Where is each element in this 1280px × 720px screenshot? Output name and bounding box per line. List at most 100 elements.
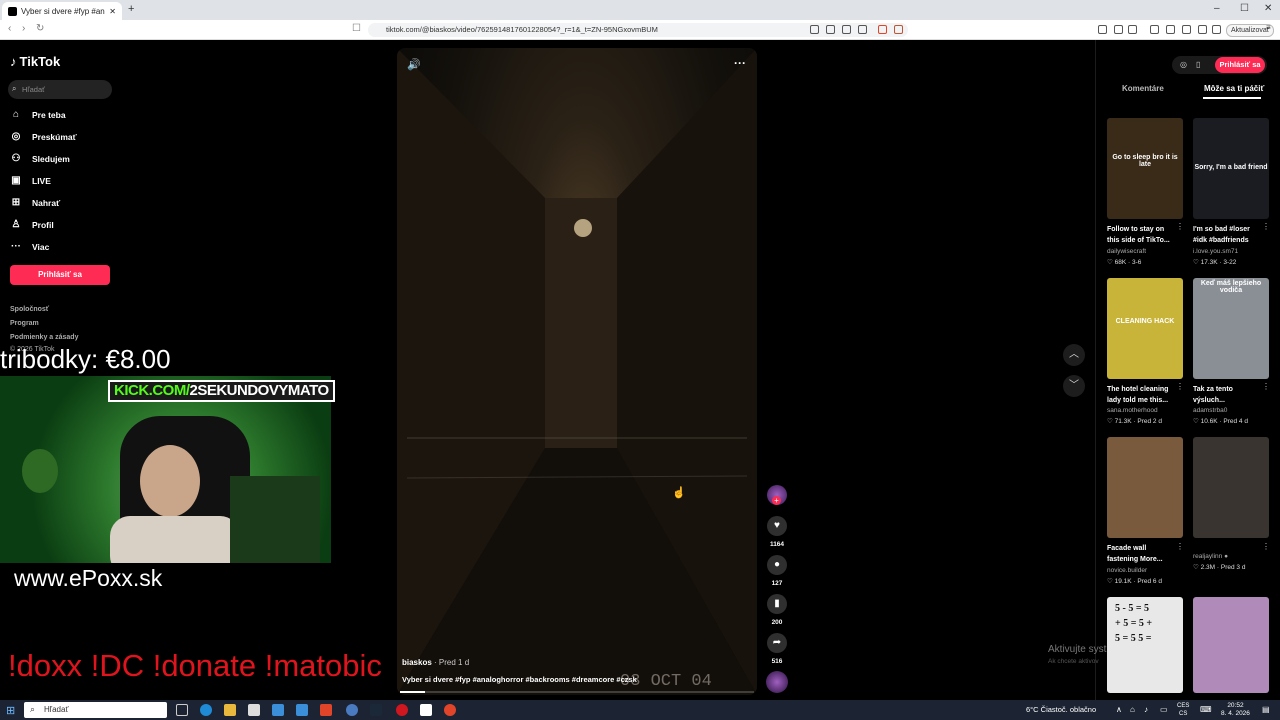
- video-author[interactable]: biaskos · Pred 1 d: [402, 658, 469, 667]
- network-icon[interactable]: ⌂: [1130, 705, 1135, 714]
- video-card-title[interactable]: Tak za tento výsluch...: [1193, 384, 1263, 406]
- video-card-thumbnail[interactable]: [1193, 437, 1269, 538]
- sidebar-icon[interactable]: [1166, 25, 1175, 34]
- maximize-button[interactable]: ☐: [1240, 3, 1249, 14]
- obs-icon[interactable]: [420, 704, 432, 716]
- forward-arrow-icon[interactable]: ›: [22, 23, 25, 34]
- search-input[interactable]: ⌕ Hľadať: [8, 80, 112, 99]
- phone-icon[interactable]: ▯: [1196, 60, 1200, 69]
- follow-plus-icon[interactable]: +: [772, 496, 781, 505]
- video-player[interactable]: [397, 48, 757, 695]
- volume-icon[interactable]: 🔊: [407, 58, 421, 71]
- video-card-user[interactable]: realjaylinn ●: [1193, 553, 1228, 560]
- sidebar-item-explore[interactable]: ◎ Preskúmať: [10, 129, 77, 145]
- taskbar-clock[interactable]: 20:52 8. 4. 2026: [1221, 702, 1250, 718]
- kebab-menu-icon[interactable]: ⋮: [1176, 222, 1184, 231]
- comment-button[interactable]: ●: [767, 555, 787, 575]
- video-card-user[interactable]: novice.builder: [1107, 567, 1147, 574]
- new-tab-button[interactable]: +: [128, 3, 134, 15]
- weather-widget[interactable]: 6°C Čiastoč. oblačno: [1026, 705, 1096, 714]
- reload-icon[interactable]: ↻: [36, 23, 44, 34]
- wallet-icon[interactable]: [1182, 25, 1191, 34]
- kebab-menu-icon[interactable]: ⋮: [1262, 222, 1270, 231]
- sound-disc-icon[interactable]: [766, 671, 788, 693]
- battery-icon[interactable]: ▭: [1160, 705, 1168, 714]
- author-name[interactable]: biaskos: [402, 658, 432, 667]
- kebab-menu-icon[interactable]: ⋮: [1262, 542, 1270, 551]
- translate-icon[interactable]: [810, 25, 819, 34]
- save-button[interactable]: ▮: [767, 594, 787, 614]
- more-options-icon[interactable]: ···: [734, 56, 746, 70]
- notifications-icon[interactable]: ▤: [1262, 705, 1270, 714]
- next-video-button[interactable]: ﹀: [1063, 375, 1085, 397]
- back-arrow-icon[interactable]: ‹: [8, 23, 11, 34]
- mail-icon[interactable]: [272, 704, 284, 716]
- sidebar-item-live[interactable]: ▣ LIVE: [10, 173, 51, 189]
- video-card-thumbnail[interactable]: CLEANING HACK: [1107, 278, 1183, 379]
- login-button[interactable]: Prihlásiť sa: [10, 265, 110, 285]
- video-card-thumbnail[interactable]: Sorry, I'm a bad friend: [1193, 118, 1269, 219]
- footer-link-company[interactable]: Spoločnosť: [10, 306, 49, 313]
- video-progress-bar[interactable]: [400, 691, 754, 693]
- video-card-title[interactable]: I'm so bad #loser #idk #badfriends: [1193, 224, 1263, 246]
- edge-icon[interactable]: [200, 704, 212, 716]
- extension-icon[interactable]: [1128, 25, 1137, 34]
- vpn-icon[interactable]: [1212, 25, 1221, 34]
- music-icon[interactable]: [1150, 25, 1159, 34]
- brave-icon[interactable]: [320, 704, 332, 716]
- video-card-user[interactable]: sana.motherhood: [1107, 407, 1158, 414]
- sidebar-item-for-you[interactable]: ⌂ Pre teba: [10, 107, 66, 123]
- sidebar-item-profile[interactable]: ♙ Profil: [10, 217, 54, 233]
- app-icon[interactable]: [346, 704, 358, 716]
- file-explorer-icon[interactable]: [224, 704, 236, 716]
- language-indicator[interactable]: CES CS: [1177, 702, 1189, 718]
- brave-rewards-icon[interactable]: [894, 25, 903, 34]
- kebab-menu-icon[interactable]: ⋮: [1262, 382, 1270, 391]
- login-button-top[interactable]: Prihlásiť sa: [1215, 57, 1265, 73]
- brave-shield-icon[interactable]: [878, 25, 887, 34]
- video-card-thumbnail[interactable]: [1107, 437, 1183, 538]
- app-icon[interactable]: [444, 704, 456, 716]
- downloads-icon[interactable]: [1198, 25, 1207, 34]
- bookmark-icon[interactable]: ☐: [352, 23, 361, 34]
- video-card-thumbnail[interactable]: 5 - 5 = 5 + 5 = 5 + 5 = 5 5 =: [1107, 597, 1183, 693]
- video-card-user[interactable]: i.love.you.sm71: [1193, 248, 1238, 255]
- video-card-thumbnail[interactable]: [1193, 597, 1269, 693]
- video-card-user[interactable]: adamstrba0: [1193, 407, 1227, 414]
- video-card-thumbnail[interactable]: Go to sleep bro it is late: [1107, 118, 1183, 219]
- windows-start-icon[interactable]: ⊞: [6, 704, 15, 717]
- video-card-title[interactable]: Follow to stay on this side of TikTo...: [1107, 224, 1177, 246]
- sidebar-item-more[interactable]: ··· Viac: [10, 239, 49, 255]
- browser-tab[interactable]: Vyber si dvere #fyp #analogi ✕: [2, 2, 122, 20]
- reader-icon[interactable]: [826, 25, 835, 34]
- extension-icon[interactable]: [1114, 25, 1123, 34]
- coin-icon[interactable]: ◎: [1180, 60, 1187, 69]
- sidebar-item-upload[interactable]: ⊞ Nahrať: [10, 195, 60, 211]
- tab-you-may-like[interactable]: Môže sa ti páčiť: [1204, 84, 1264, 93]
- app-icon[interactable]: [296, 704, 308, 716]
- video-card-thumbnail[interactable]: Keď máš lepšieho vodiča: [1193, 278, 1269, 379]
- minimize-button[interactable]: –: [1214, 3, 1220, 14]
- video-card-title[interactable]: Facade wall fastening More...: [1107, 543, 1177, 565]
- video-card-user[interactable]: dailywisecraft: [1107, 248, 1146, 255]
- share-button[interactable]: ➦: [767, 633, 787, 653]
- task-view-icon[interactable]: [176, 704, 188, 716]
- taskbar-search-input[interactable]: ⌕ Hľadať: [24, 702, 167, 718]
- close-window-button[interactable]: ✕: [1264, 3, 1272, 14]
- footer-link-program[interactable]: Program: [10, 320, 39, 327]
- extension-icon[interactable]: [1098, 25, 1107, 34]
- screenshot-icon[interactable]: [842, 25, 851, 34]
- keyboard-icon[interactable]: ⌨: [1200, 705, 1212, 714]
- opera-icon[interactable]: [396, 704, 408, 716]
- tab-comments[interactable]: Komentáre: [1122, 84, 1164, 93]
- sidebar-item-following[interactable]: ⚇ Sledujem: [10, 151, 70, 167]
- share-icon[interactable]: [858, 25, 867, 34]
- menu-icon[interactable]: ≡: [1266, 23, 1275, 32]
- footer-link-terms[interactable]: Podmienky a zásady: [10, 334, 78, 341]
- tiktok-logo[interactable]: ♪ TikTok: [10, 54, 60, 69]
- store-icon[interactable]: [248, 704, 260, 716]
- tray-icon[interactable]: ∧: [1116, 705, 1122, 714]
- kebab-menu-icon[interactable]: ⋮: [1176, 542, 1184, 551]
- video-card-title[interactable]: The hotel cleaning lady told me this...: [1107, 384, 1177, 406]
- speaker-icon[interactable]: ♪: [1144, 705, 1148, 714]
